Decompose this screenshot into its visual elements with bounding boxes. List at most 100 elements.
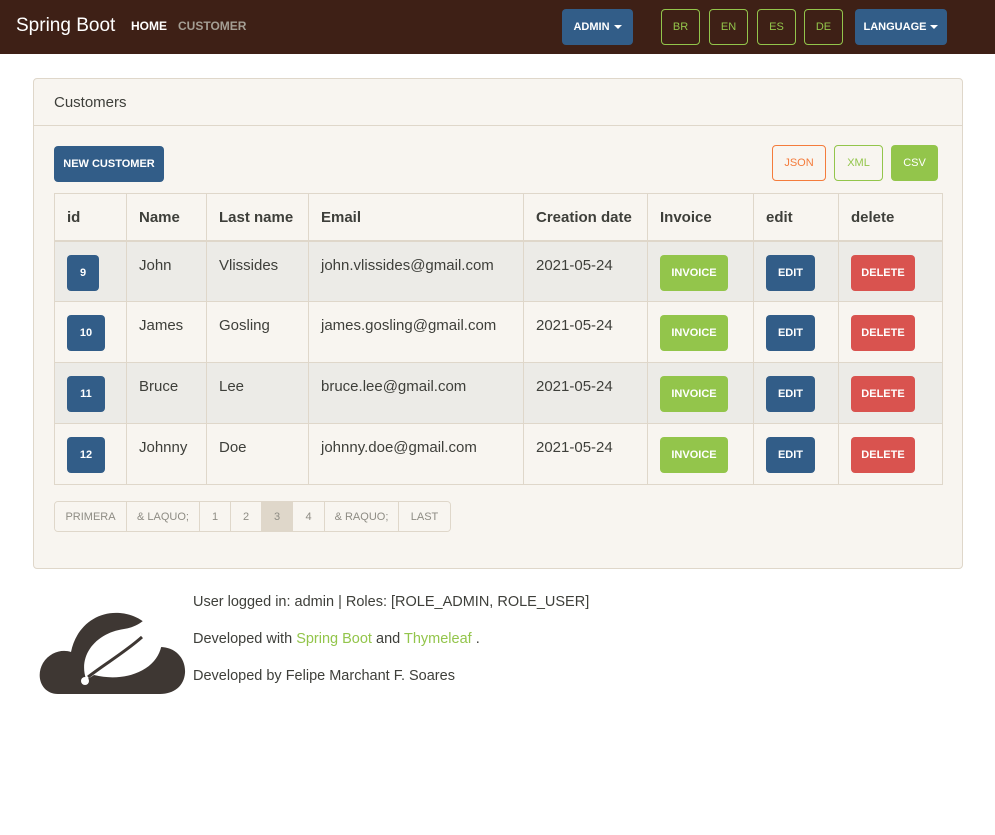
pagination-page-2[interactable]: 2	[231, 502, 262, 531]
invoice-cell: INVOICE	[647, 240, 754, 302]
pagination-page-3-active[interactable]: 3	[262, 502, 293, 531]
customer-id-button[interactable]: 10	[67, 315, 105, 351]
caret-down-icon	[930, 25, 939, 29]
brand-link[interactable]: Spring Boot	[16, 15, 115, 37]
lang-br-button[interactable]: BR	[661, 9, 700, 45]
delete-cell: DELETE	[838, 362, 943, 424]
lang-es-button[interactable]: ES	[757, 9, 796, 45]
table-row: 12 Johnny Doe johnny.doe@gmail.com 2021-…	[54, 423, 943, 485]
delete-button[interactable]: DELETE	[851, 254, 915, 291]
thymeleaf-link[interactable]: Thymeleaf	[404, 631, 472, 647]
col-header-invoice: Invoice	[647, 193, 754, 242]
invoice-button[interactable]: INVOICE	[660, 437, 728, 473]
col-header-edit: edit	[753, 193, 839, 242]
edit-cell: EDIT	[753, 301, 839, 363]
customers-table: id Name Last name Email Creation date In…	[54, 193, 943, 485]
invoice-button[interactable]: INVOICE	[660, 315, 728, 351]
table-header-row: id Name Last name Email Creation date In…	[54, 193, 943, 242]
delete-button[interactable]: DELETE	[851, 315, 915, 351]
and-text: and	[376, 631, 401, 647]
pagination-first[interactable]: PRIMERA	[55, 502, 127, 531]
email-cell: bruce.lee@gmail.com	[308, 362, 524, 424]
lang-de-button[interactable]: DE	[804, 9, 843, 45]
name-cell: James	[126, 301, 207, 363]
creation-date-cell: 2021-05-24	[523, 240, 648, 302]
delete-cell: DELETE	[838, 240, 943, 302]
edit-button[interactable]: EDIT	[766, 376, 815, 412]
invoice-cell: INVOICE	[647, 301, 754, 363]
lang-en-button[interactable]: EN	[709, 9, 748, 45]
customers-card: Customers NEW CUSTOMER JSON XML CSV id N…	[33, 78, 963, 569]
delete-button[interactable]: DELETE	[851, 437, 915, 473]
email-cell: james.gosling@gmail.com	[308, 301, 524, 363]
export-csv-button[interactable]: CSV	[891, 145, 938, 181]
customer-id-button[interactable]: 9	[67, 254, 99, 291]
name-cell: John	[126, 240, 207, 302]
pagination-last[interactable]: LAST	[399, 502, 450, 531]
developed-with-text: Developed with Spring Boot and Thymeleaf…	[193, 631, 480, 647]
last-name-cell: Doe	[206, 423, 309, 485]
invoice-button[interactable]: INVOICE	[660, 254, 728, 291]
creation-date-cell: 2021-05-24	[523, 301, 648, 363]
edit-cell: EDIT	[753, 240, 839, 302]
id-cell: 12	[54, 423, 127, 485]
pagination-prev[interactable]: & LAQUO;	[127, 502, 200, 531]
admin-dropdown-label: ADMIN	[573, 21, 610, 33]
id-cell: 11	[54, 362, 127, 424]
pagination-page-4[interactable]: 4	[293, 502, 325, 531]
name-cell: Johnny	[126, 423, 207, 485]
col-header-name: Name	[126, 193, 207, 242]
export-xml-button[interactable]: XML	[834, 145, 883, 181]
navbar: Spring Boot HOME CUSTOMER ADMIN BR EN ES…	[0, 0, 995, 54]
developed-by-text: Developed by Felipe Marchant F. Soares	[193, 668, 455, 684]
invoice-cell: INVOICE	[647, 423, 754, 485]
creation-date-cell: 2021-05-24	[523, 423, 648, 485]
edit-button[interactable]: EDIT	[766, 254, 815, 291]
edit-cell: EDIT	[753, 362, 839, 424]
caret-down-icon	[613, 25, 622, 29]
col-header-last-name: Last name	[206, 193, 309, 242]
table-row: 10 James Gosling james.gosling@gmail.com…	[54, 301, 943, 363]
name-cell: Bruce	[126, 362, 207, 424]
spring-cloud-logo-icon	[39, 606, 186, 694]
edit-cell: EDIT	[753, 423, 839, 485]
admin-dropdown-button[interactable]: ADMIN	[562, 9, 633, 45]
delete-button[interactable]: DELETE	[851, 376, 915, 412]
last-name-cell: Gosling	[206, 301, 309, 363]
last-name-cell: Lee	[206, 362, 309, 424]
last-name-cell: Vlissides	[206, 240, 309, 302]
language-dropdown-button[interactable]: LANGUAGE	[855, 9, 947, 45]
delete-cell: DELETE	[838, 301, 943, 363]
pagination-page-1[interactable]: 1	[200, 502, 231, 531]
edit-button[interactable]: EDIT	[766, 437, 815, 473]
export-json-button[interactable]: JSON	[772, 145, 826, 181]
id-cell: 9	[54, 240, 127, 302]
language-dropdown-label: LANGUAGE	[863, 21, 927, 33]
col-header-id: id	[54, 193, 127, 242]
table-row: 11 Bruce Lee bruce.lee@gmail.com 2021-05…	[54, 362, 943, 424]
logged-in-text: User logged in: admin | Roles: [ROLE_ADM…	[193, 594, 590, 610]
creation-date-cell: 2021-05-24	[523, 362, 648, 424]
spring-boot-link[interactable]: Spring Boot	[296, 631, 372, 647]
id-cell: 10	[54, 301, 127, 363]
col-header-delete: delete	[838, 193, 943, 242]
invoice-cell: INVOICE	[647, 362, 754, 424]
col-header-email: Email	[308, 193, 524, 242]
customer-id-button[interactable]: 11	[67, 376, 105, 412]
email-cell: john.vlissides@gmail.com	[308, 240, 524, 302]
table-row: 9 John Vlissides john.vlissides@gmail.co…	[54, 240, 943, 302]
pagination-next[interactable]: & RAQUO;	[325, 502, 399, 531]
edit-button[interactable]: EDIT	[766, 315, 815, 351]
email-cell: johnny.doe@gmail.com	[308, 423, 524, 485]
customer-id-button[interactable]: 12	[67, 437, 105, 473]
nav-customer-link[interactable]: CUSTOMER	[178, 19, 246, 33]
nav-home-link[interactable]: HOME	[131, 19, 167, 33]
new-customer-button[interactable]: NEW CUSTOMER	[54, 146, 164, 182]
card-title: Customers	[34, 79, 962, 126]
developed-with-prefix: Developed with	[193, 631, 293, 647]
period-text: .	[475, 631, 480, 647]
delete-cell: DELETE	[838, 423, 943, 485]
invoice-button[interactable]: INVOICE	[660, 376, 728, 412]
col-header-creation-date: Creation date	[523, 193, 648, 242]
pagination: PRIMERA & LAQUO; 1 2 3 4 & RAQUO; LAST	[54, 501, 451, 532]
